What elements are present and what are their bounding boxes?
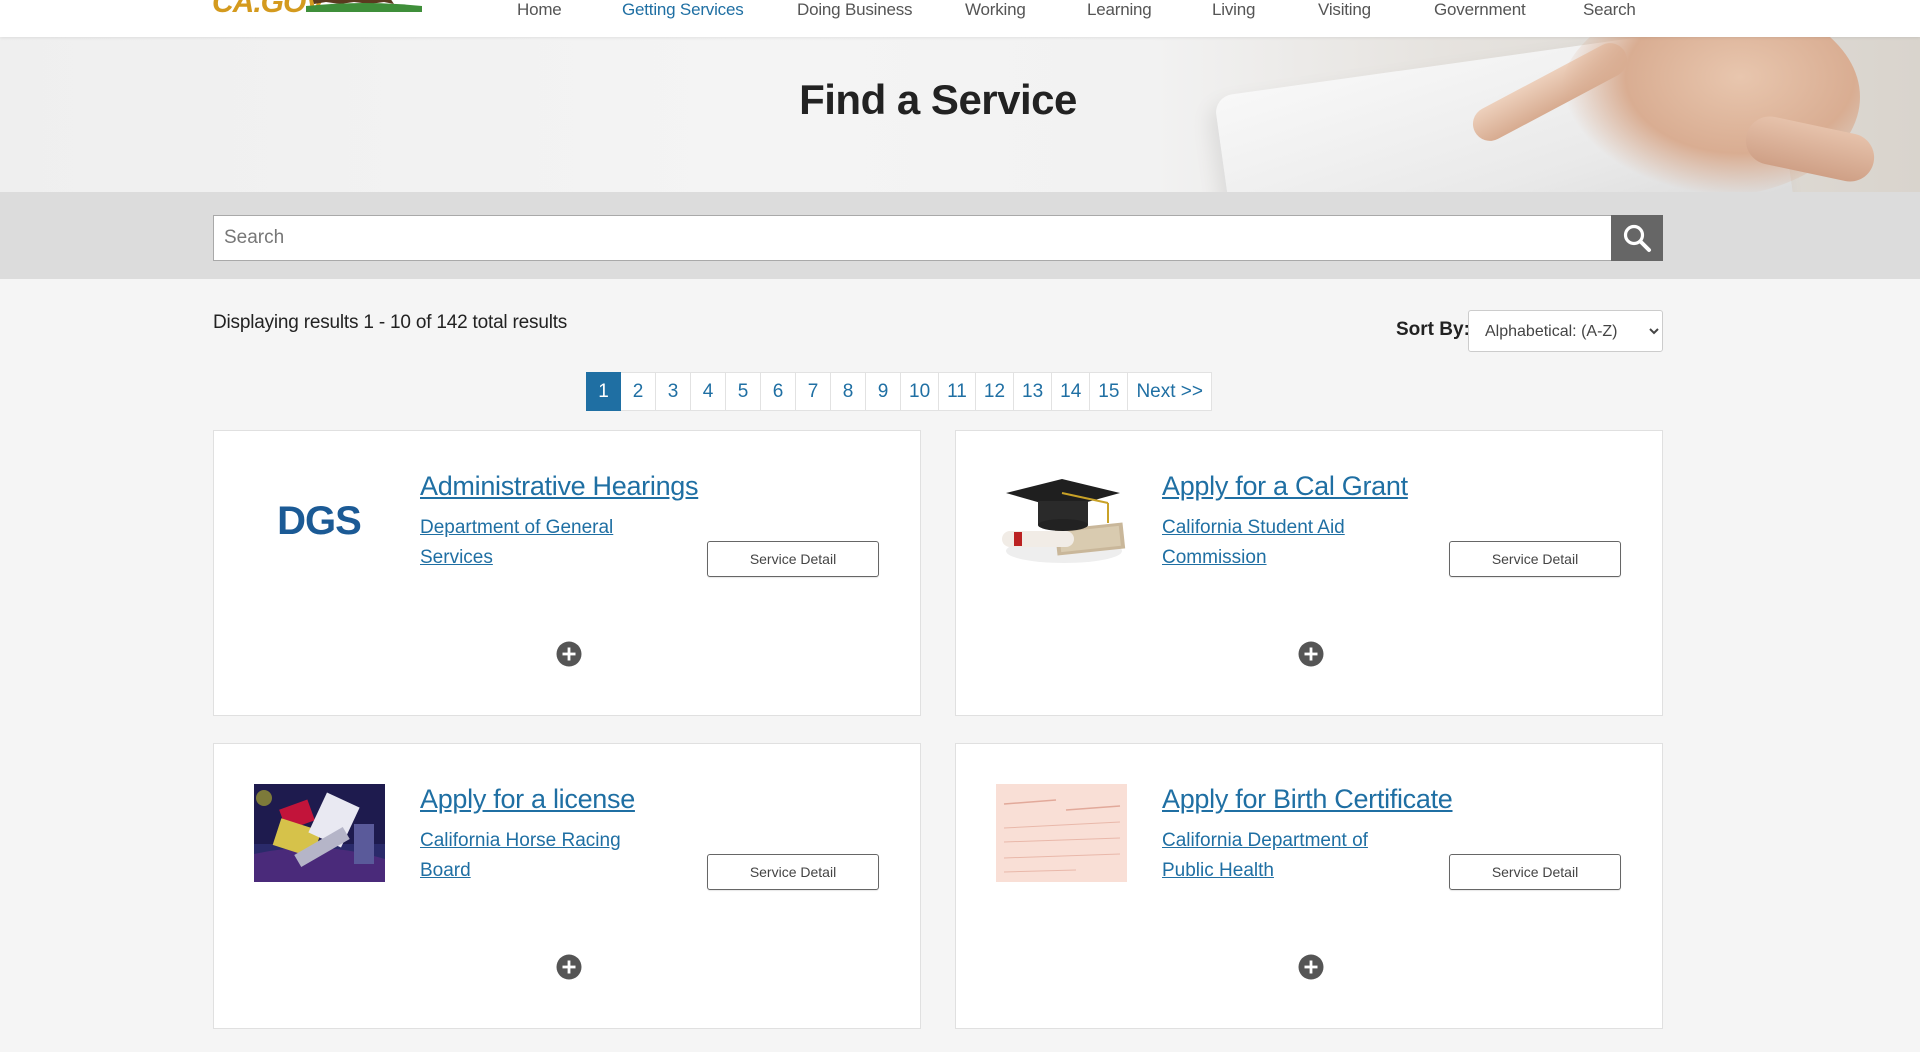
page-13[interactable]: 13 [1014, 372, 1053, 411]
agency-link[interactable]: California Department of Public Health [1162, 826, 1382, 886]
nav-getting-services[interactable]: Getting Services [622, 0, 744, 20]
expand-plus-icon[interactable] [556, 954, 582, 980]
search-band [0, 192, 1920, 279]
main-nav: Home Getting Services Doing Business Wor… [0, 0, 1920, 37]
expand-plus-icon[interactable] [556, 641, 582, 667]
nav-living[interactable]: Living [1212, 0, 1255, 20]
service-card: Apply for a Cal Grant California Student… [955, 430, 1663, 716]
nav-visiting[interactable]: Visiting [1318, 0, 1371, 20]
page-8[interactable]: 8 [831, 372, 866, 411]
agency-link[interactable]: California Horse Racing Board [420, 826, 640, 886]
service-detail-button[interactable]: Service Detail [707, 541, 879, 577]
birth-certificate-image [996, 784, 1127, 882]
next-page-link[interactable]: Next >> [1128, 372, 1212, 411]
service-detail-button[interactable]: Service Detail [1449, 854, 1621, 890]
nav-search[interactable]: Search [1583, 0, 1636, 20]
nav-home[interactable]: Home [517, 0, 562, 20]
service-detail-button[interactable]: Service Detail [707, 854, 879, 890]
top-navigation-bar: CA.GOV Home Getting Services Doing Busin… [0, 0, 1920, 37]
horse-racing-license-image [254, 784, 385, 882]
service-detail-button[interactable]: Service Detail [1449, 541, 1621, 577]
nav-government[interactable]: Government [1434, 0, 1526, 20]
results-summary: Displaying results 1 - 10 of 142 total r… [213, 312, 568, 333]
pagination: 1 2 3 4 5 6 7 8 9 10 11 12 13 14 15 Next… [586, 372, 1212, 411]
hero-banner: Find a Service [0, 37, 1920, 192]
search-button[interactable] [1611, 215, 1663, 261]
expand-plus-icon[interactable] [1298, 954, 1324, 980]
service-title[interactable]: Administrative Hearings [420, 471, 699, 502]
page-6[interactable]: 6 [761, 372, 796, 411]
service-title[interactable]: Apply for a license [420, 784, 635, 815]
search-icon [1623, 224, 1651, 252]
page-1[interactable]: 1 [586, 372, 621, 411]
agency-link[interactable]: Department of General Services [420, 513, 640, 573]
page-11[interactable]: 11 [939, 372, 976, 411]
page-10[interactable]: 10 [901, 372, 940, 411]
svg-text:DGS: DGS [277, 499, 361, 543]
expand-plus-icon[interactable] [1298, 641, 1324, 667]
service-card: DGS Administrative Hearings Department o… [213, 430, 921, 716]
page-7[interactable]: 7 [796, 372, 831, 411]
graduation-cap-image [996, 471, 1127, 569]
page-12[interactable]: 12 [975, 372, 1015, 411]
page-14[interactable]: 14 [1052, 372, 1091, 411]
page-title: Find a Service [799, 76, 1077, 123]
service-card: Apply for Birth Certificate California D… [955, 743, 1663, 1029]
page-2[interactable]: 2 [621, 372, 656, 411]
service-title[interactable]: Apply for a Cal Grant [1162, 471, 1408, 502]
page-4[interactable]: 4 [691, 372, 726, 411]
nav-working[interactable]: Working [965, 0, 1026, 20]
dgs-logo: DGS [254, 471, 385, 569]
page-3[interactable]: 3 [656, 372, 691, 411]
sort-select[interactable]: Alphabetical: (A-Z) [1468, 310, 1663, 352]
page-5[interactable]: 5 [726, 372, 761, 411]
nav-doing-business[interactable]: Doing Business [797, 0, 913, 20]
sort-label: Sort By: [1396, 319, 1470, 340]
page-15[interactable]: 15 [1090, 372, 1129, 411]
page-9[interactable]: 9 [866, 372, 901, 411]
agency-link[interactable]: California Student Aid Commission [1162, 513, 1382, 573]
search-input[interactable] [213, 215, 1612, 261]
service-card: Apply for a license California Horse Rac… [213, 743, 921, 1029]
service-title[interactable]: Apply for Birth Certificate [1162, 784, 1453, 815]
nav-learning[interactable]: Learning [1087, 0, 1152, 20]
